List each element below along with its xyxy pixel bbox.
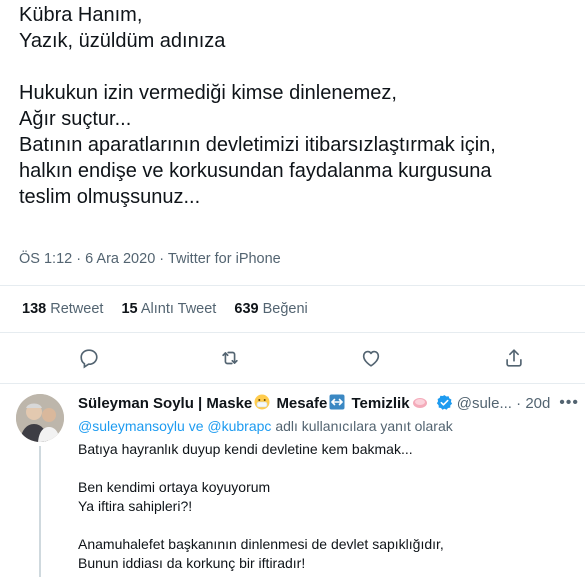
reply-icon [80,349,98,369]
user-handle[interactable]: @sule... [457,395,512,412]
avatar-photo [16,394,64,442]
tweet-source[interactable]: Twitter for iPhone [168,251,281,267]
quotes-count: 15 [121,301,138,317]
display-name[interactable]: Süleyman Soylu | Maske Mesafe Temizlik [78,394,430,414]
tweet-line: Batının aparatlarının devletimizi itibar… [19,134,496,156]
tweet-date[interactable]: 6 Ara 2020 [85,251,155,267]
tweet-text: Kübra Hanım, Yazık, üzüldüm adınıza Huku… [19,2,585,210]
tweet-line: halkın endişe ve korkusundan faydalanma … [19,160,492,182]
meta-separator: · [159,251,165,267]
reply-line: Ben kendimi ortaya koyuyorum [78,479,271,495]
display-name-part: Temizlik [351,395,410,412]
retweet-button[interactable] [217,345,243,371]
tweet-line: teslim olmuşsunuz... [19,186,201,208]
retweets-stat[interactable]: 138 Retweet [22,301,103,317]
tweet-line: Kübra Hanım, [19,4,143,26]
like-button[interactable] [358,345,384,371]
tweet-stats: 138 Retweet 15 Alıntı Tweet 639 Beğeni [22,301,322,317]
replying-and: ve [188,418,204,434]
action-bar [0,345,585,375]
mention-link[interactable]: @kubrapc [207,418,271,434]
reply-line: Ya iftira sahipleri?! [78,498,193,514]
more-options-icon[interactable]: ••• [559,394,579,412]
tweet-line: Ağır suçtur... [19,108,132,130]
tweet-line-gap [19,54,585,80]
like-icon [362,350,380,367]
quotes-stat[interactable]: 15 Alıntı Tweet [121,301,216,317]
reply-body: Batıya hayranlık duyup kendi devletine k… [78,440,578,573]
divider [0,285,585,286]
reply-line-gap [78,516,578,535]
retweets-label: Retweet [50,301,104,317]
divider [0,383,585,384]
likes-label: Beğeni [262,301,308,317]
reply-line: Batıya hayranlık duyup kendi devletine k… [78,441,413,457]
tweet-line: Hukukun izin vermediği kimse dinlenemez, [19,82,397,104]
mask-emoji-icon [254,394,270,414]
divider [0,332,585,333]
share-button[interactable] [501,345,527,371]
likes-stat[interactable]: 639 Beğeni [234,301,307,317]
retweet-icon [222,351,238,365]
reply-button[interactable] [76,345,102,371]
tweet-meta: ÖS 1:12 · 6 Ara 2020 · Twitter for iPhon… [19,251,281,267]
tweet-time[interactable]: ÖS 1:12 [19,251,72,267]
replying-suffix: adlı kullanıcılara yanıt olarak [275,418,453,434]
reply-line: Anamuhalefet başkanının dinlenmesi de de… [78,536,444,552]
display-name-part: Mesafe [276,395,328,412]
avatar[interactable] [16,394,64,442]
share-icon [506,349,522,367]
tweet-line: Yazık, üzüldüm adınıza [19,30,226,52]
reply-line: Bunun iddiası da korkunç bir iftiradır! [78,555,306,571]
display-name-part: Süleyman Soylu | Maske [78,395,253,412]
thread-line [39,446,41,577]
meta-separator: · [76,251,82,267]
quotes-label: Alıntı Tweet [140,301,217,317]
likes-count: 639 [234,301,259,317]
left-right-arrow-icon [329,394,345,414]
replying-to: @suleymansoylu ve @kubrapc adlı kullanıc… [78,418,453,434]
verified-badge-icon [436,394,453,415]
mention-link[interactable]: @suleymansoylu [78,418,185,434]
reply-line-gap [78,459,578,478]
retweets-count: 138 [22,301,47,317]
soap-emoji-icon [412,394,428,414]
reply-header: Süleyman Soylu | Maske Mesafe Temizlik @… [78,394,585,415]
time-separator: · [516,395,522,412]
reply-time[interactable]: 20d [525,395,550,412]
